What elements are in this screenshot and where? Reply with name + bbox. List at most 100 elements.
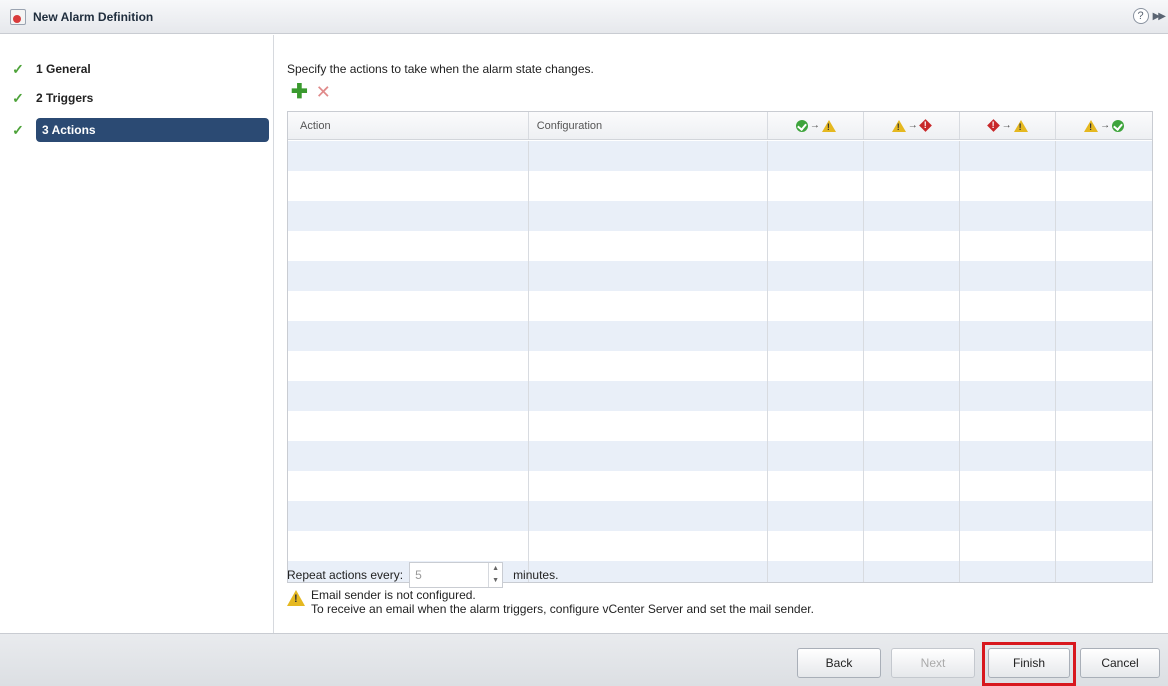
remove-action-icon[interactable]: ✕ xyxy=(316,83,331,101)
email-warning: Email sender is not configured. To recei… xyxy=(287,588,814,616)
table-cell xyxy=(864,531,961,561)
table-cell xyxy=(864,291,961,321)
expand-icon[interactable]: ▶▶ xyxy=(1153,11,1166,22)
table-row[interactable] xyxy=(288,291,1152,321)
table-row[interactable] xyxy=(288,411,1152,441)
table-body xyxy=(288,141,1152,582)
arrow-icon: → xyxy=(1100,120,1111,131)
alert-state-icon xyxy=(988,120,1000,132)
step-label: 3 Actions xyxy=(42,123,96,137)
table-cell xyxy=(768,141,865,171)
warning-state-icon xyxy=(891,119,906,132)
table-cell xyxy=(529,351,769,381)
column-header-alert-to-warning[interactable]: → xyxy=(960,112,1057,139)
next-button[interactable]: Next xyxy=(891,648,975,678)
table-cell xyxy=(1056,381,1152,411)
table-cell xyxy=(864,231,961,261)
table-cell xyxy=(864,561,961,582)
table-cell xyxy=(960,171,1057,201)
warning-icon xyxy=(287,590,305,606)
table-row[interactable] xyxy=(288,321,1152,351)
table-cell xyxy=(864,261,961,291)
column-header-warning-to-normal[interactable]: → xyxy=(1056,112,1152,139)
step-actions[interactable]: ✓ 3 Actions xyxy=(10,118,269,142)
table-cell xyxy=(768,201,865,231)
dialog-title: New Alarm Definition xyxy=(33,9,154,24)
table-cell xyxy=(1056,411,1152,441)
table-row[interactable] xyxy=(288,201,1152,231)
table-cell xyxy=(1056,441,1152,471)
table-row[interactable] xyxy=(288,381,1152,411)
table-row[interactable] xyxy=(288,441,1152,471)
table-cell xyxy=(288,201,529,231)
warning-line-1: Email sender is not configured. xyxy=(311,588,476,602)
table-row[interactable] xyxy=(288,351,1152,381)
table-cell xyxy=(529,561,769,582)
table-cell xyxy=(768,441,865,471)
add-action-icon[interactable]: ✚ xyxy=(291,82,308,102)
table-row[interactable] xyxy=(288,261,1152,291)
repeat-label: Repeat actions every: xyxy=(287,568,404,582)
finish-highlight-box xyxy=(982,642,1076,686)
column-header-action[interactable]: Action xyxy=(288,112,529,139)
table-cell xyxy=(529,171,769,201)
table-cell xyxy=(1056,351,1152,381)
table-cell xyxy=(529,381,769,411)
table-cell xyxy=(960,231,1057,261)
repeat-interval-value: 5 xyxy=(415,568,422,582)
table-row[interactable] xyxy=(288,471,1152,501)
table-cell xyxy=(768,321,865,351)
table-cell xyxy=(1056,231,1152,261)
step-triggers[interactable]: ✓ 2 Triggers xyxy=(10,86,269,110)
table-cell xyxy=(864,321,961,351)
table-cell xyxy=(1056,471,1152,501)
table-cell xyxy=(864,351,961,381)
table-row[interactable] xyxy=(288,141,1152,171)
table-cell xyxy=(529,531,769,561)
table-cell xyxy=(288,501,529,531)
table-cell xyxy=(288,291,529,321)
table-cell xyxy=(864,381,961,411)
step-general[interactable]: ✓ 1 General xyxy=(10,57,269,81)
warning-state-icon xyxy=(821,119,836,132)
back-button[interactable]: Back xyxy=(797,648,881,678)
help-icon[interactable]: ? xyxy=(1132,8,1149,24)
table-row[interactable] xyxy=(288,231,1152,261)
table-cell xyxy=(529,441,769,471)
table-cell xyxy=(768,531,865,561)
table-cell xyxy=(1056,291,1152,321)
table-cell xyxy=(960,471,1057,501)
cancel-button[interactable]: Cancel xyxy=(1080,648,1160,678)
increment-icon[interactable]: ▲ xyxy=(489,563,502,575)
alert-state-icon xyxy=(920,120,932,132)
active-step-highlight: 3 Actions xyxy=(36,118,269,142)
warning-state-icon xyxy=(1084,119,1099,132)
table-row[interactable] xyxy=(288,531,1152,561)
column-header-warning-to-alert[interactable]: → xyxy=(864,112,961,139)
table-cell xyxy=(1056,261,1152,291)
table-cell xyxy=(1056,141,1152,171)
table-cell xyxy=(529,321,769,351)
table-cell xyxy=(864,411,961,441)
table-cell xyxy=(864,441,961,471)
warning-line-2: To receive an email when the alarm trigg… xyxy=(311,602,814,616)
table-cell xyxy=(960,321,1057,351)
table-cell xyxy=(864,171,961,201)
table-cell xyxy=(960,261,1057,291)
table-cell xyxy=(768,171,865,201)
table-cell xyxy=(864,471,961,501)
repeat-interval-stepper[interactable]: 5 ▲ ▼ xyxy=(409,562,504,588)
column-header-normal-to-warning[interactable]: → xyxy=(768,112,865,139)
table-cell xyxy=(288,351,529,381)
column-header-configuration[interactable]: Configuration xyxy=(529,112,769,139)
table-row[interactable] xyxy=(288,171,1152,201)
repeat-unit: minutes. xyxy=(513,568,559,582)
table-cell xyxy=(768,351,865,381)
decrement-icon[interactable]: ▼ xyxy=(489,575,502,587)
warning-state-icon xyxy=(1013,119,1028,132)
table-cell xyxy=(529,411,769,441)
wizard-steps-sidebar: ✓ 1 General ✓ 2 Triggers ✓ 3 Actions xyxy=(0,35,274,633)
table-cell xyxy=(288,471,529,501)
table-row[interactable] xyxy=(288,501,1152,531)
table-cell xyxy=(960,141,1057,171)
